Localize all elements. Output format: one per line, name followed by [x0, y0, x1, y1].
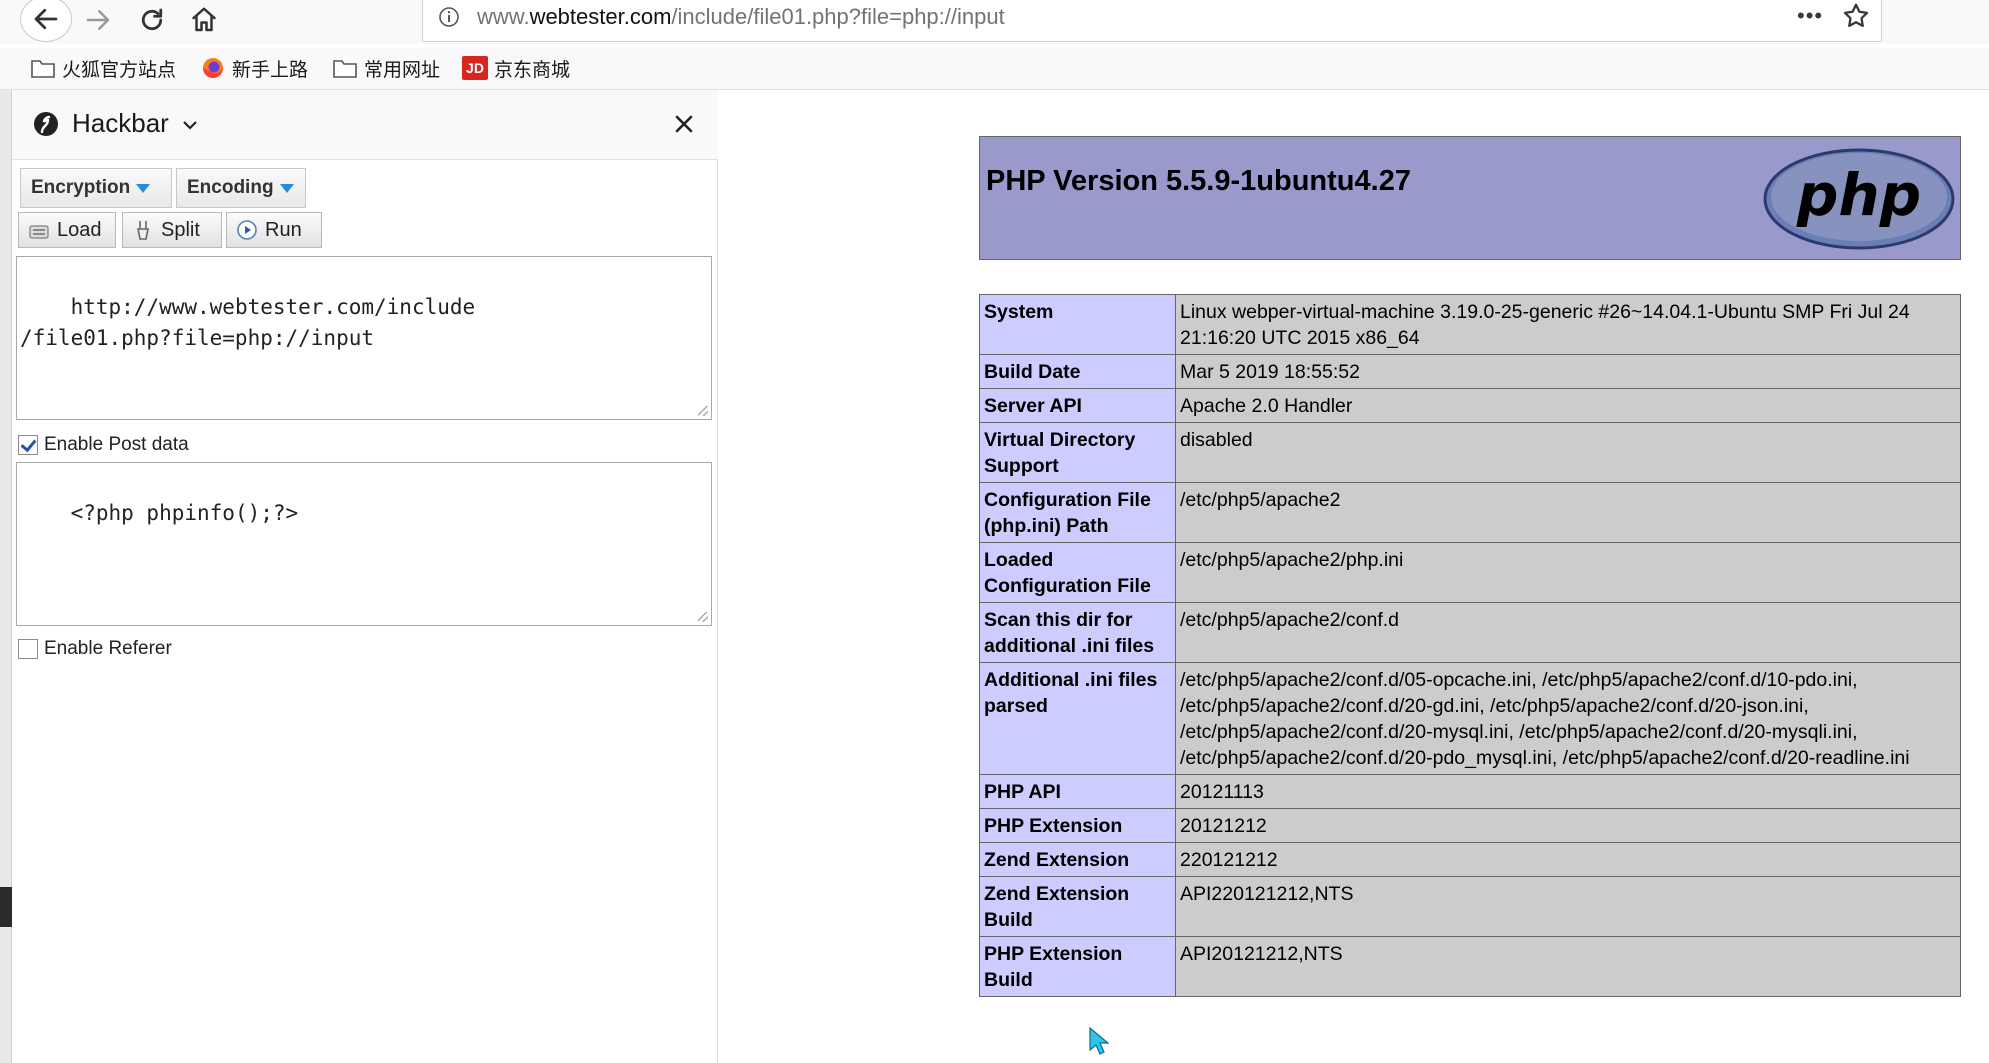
hackbar-sidebar: Hackbar Encryption Encoding Load Split R… [12, 90, 718, 1063]
sidebar-title[interactable]: Hackbar [72, 108, 169, 139]
post-data-textarea[interactable]: <?php phpinfo();?> [16, 462, 712, 626]
phpinfo-value: disabled [1175, 422, 1961, 483]
page-actions-menu-icon[interactable]: ••• [1797, 3, 1823, 29]
phpinfo-key: PHP API [979, 774, 1176, 809]
play-icon [237, 220, 257, 240]
run-button[interactable]: Run [226, 212, 322, 248]
phpinfo-value: 20121212 [1175, 808, 1961, 843]
folder-icon [31, 60, 55, 78]
info-icon[interactable] [437, 5, 461, 29]
phpinfo-row: Scan this dir for additional .ini files /… [979, 602, 1961, 663]
phpinfo-key: Scan this dir for additional .ini files [979, 602, 1176, 663]
phpinfo-key: Loaded Configuration File [979, 542, 1176, 603]
phpinfo-row: Loaded Configuration File/etc/php5/apach… [979, 542, 1961, 603]
chevron-down-icon[interactable] [182, 118, 198, 132]
forward-button[interactable] [76, 0, 120, 40]
reload-icon [141, 8, 163, 31]
url-bar[interactable]: www.webtester.com/include/file01.php?fil… [422, 0, 1882, 42]
phpinfo-row: Additional .ini files parsed/etc/php5/ap… [979, 662, 1961, 775]
url-textarea[interactable]: http://www.webtester.com/include /file01… [16, 256, 712, 420]
back-arrow-icon [34, 8, 58, 30]
close-icon[interactable] [672, 112, 696, 136]
forward-arrow-icon [86, 10, 110, 30]
phpinfo-row: Configuration File (php.ini) Path/etc/ph… [979, 482, 1961, 543]
phpinfo-key: Configuration File (php.ini) Path [979, 482, 1176, 543]
phpinfo-value: Mar 5 2019 18:55:52 [1175, 354, 1961, 389]
taskbar-fragment [0, 887, 12, 927]
phpinfo-key: Additional .ini files parsed [979, 662, 1176, 775]
phpinfo-key: Server API [979, 388, 1176, 423]
phpinfo-key: Zend Extension [979, 842, 1176, 877]
phpinfo-key: PHP Extension [979, 808, 1176, 843]
mouse-cursor-icon [1089, 1026, 1110, 1055]
encoding-dropdown[interactable]: Encoding [176, 168, 306, 208]
phpinfo-row: System Linux webper-virtual-machine 3.19.… [979, 294, 1961, 355]
page-content: PHP Version 5.5.9-1ubuntu4.27 php System… [719, 90, 1989, 1063]
phpinfo-key: Build Date [979, 354, 1176, 389]
phpinfo-value: /etc/php5/apache2/conf.d/05-opcache.ini,… [1175, 662, 1961, 775]
enable-referer-checkbox[interactable] [18, 639, 38, 659]
load-button[interactable]: Load [18, 212, 116, 248]
enable-referer-row[interactable]: Enable Referer [18, 638, 172, 660]
phpinfo-row: PHP Extension Build API20121212,NTS [979, 936, 1961, 997]
phpinfo-value: 220121212 [1175, 842, 1961, 877]
home-button[interactable] [182, 0, 226, 40]
split-button[interactable]: Split [122, 212, 222, 248]
phpinfo-row: PHP Extension 20121212 [979, 808, 1961, 843]
phpinfo-row: Build Date Mar 5 2019 18:55:52 [979, 354, 1961, 389]
phpinfo-value: API220121212,NTS [1175, 876, 1961, 937]
phpinfo-value: 20121113 [1175, 774, 1961, 809]
split-icon [137, 221, 149, 240]
bookmark-star-icon[interactable] [1841, 1, 1871, 31]
phpinfo-value: Apache 2.0 Handler [1175, 388, 1961, 423]
hackbar-logo-icon [34, 112, 58, 136]
phpinfo-row: PHP API 20121113 [979, 774, 1961, 809]
bookmark-getting-started[interactable]: 新手上路 [200, 54, 308, 82]
phpinfo-key: PHP Extension Build [979, 936, 1176, 997]
phpinfo-row: Server API Apache 2.0 Handler [979, 388, 1961, 423]
phpinfo-row: Virtual Directory Support disabled [979, 422, 1961, 483]
resize-grip-icon[interactable] [698, 406, 708, 416]
php-version-title: PHP Version 5.5.9-1ubuntu4.27 [986, 165, 1411, 197]
encryption-dropdown[interactable]: Encryption [20, 168, 172, 208]
phpinfo-key: System [979, 294, 1176, 355]
sidebar-header: Hackbar [12, 90, 718, 160]
phpinfo-row: Zend Extension 220121212 [979, 842, 1961, 877]
firefox-icon [203, 58, 223, 78]
reload-button[interactable] [130, 0, 174, 40]
dropdown-arrow-icon [279, 183, 294, 193]
phpinfo-header: PHP Version 5.5.9-1ubuntu4.27 php [979, 136, 1961, 260]
phpinfo-key: Zend Extension Build [979, 876, 1176, 937]
bookmark-common-sites[interactable]: 常用网址 [332, 54, 440, 82]
bookmarks-bar: 火狐官方站点 新手上路 常用网址 JD 京东商城 [0, 48, 1989, 90]
php-logo: php [1763, 148, 1955, 250]
folder-icon [333, 60, 357, 78]
php-logo-text: php [1796, 161, 1921, 229]
enable-post-data-checkbox[interactable] [18, 435, 38, 455]
home-icon [191, 7, 217, 32]
phpinfo-key: Virtual Directory Support [979, 422, 1176, 483]
jd-icon: JD [462, 56, 488, 80]
phpinfo-value: /etc/php5/apache2/conf.d [1175, 602, 1961, 663]
dropdown-arrow-icon [136, 183, 151, 193]
phpinfo-row: Zend Extension Build API220121212,NTS [979, 876, 1961, 937]
url-text[interactable]: www.webtester.com/include/file01.php?fil… [477, 4, 1005, 30]
back-button[interactable] [20, 0, 72, 42]
phpinfo-value: API20121212,NTS [1175, 936, 1961, 997]
enable-post-data-row[interactable]: Enable Post data [18, 434, 189, 456]
window-left-edge [0, 90, 12, 1063]
load-icon [29, 225, 49, 239]
bookmark-firefox-official[interactable]: 火狐官方站点 [30, 54, 176, 82]
phpinfo-value: /etc/php5/apache2/php.ini [1175, 542, 1961, 603]
browser-toolbar: www.webtester.com/include/file01.php?fil… [0, 0, 1989, 44]
bookmark-jd-mall[interactable]: JD 京东商城 [462, 54, 570, 82]
phpinfo-value: Linux webper-virtual-machine 3.19.0-25-g… [1175, 294, 1961, 355]
resize-grip-icon[interactable] [698, 612, 708, 622]
phpinfo-table: System Linux webper-virtual-machine 3.19.… [979, 294, 1961, 997]
phpinfo-value: /etc/php5/apache2 [1175, 482, 1961, 543]
